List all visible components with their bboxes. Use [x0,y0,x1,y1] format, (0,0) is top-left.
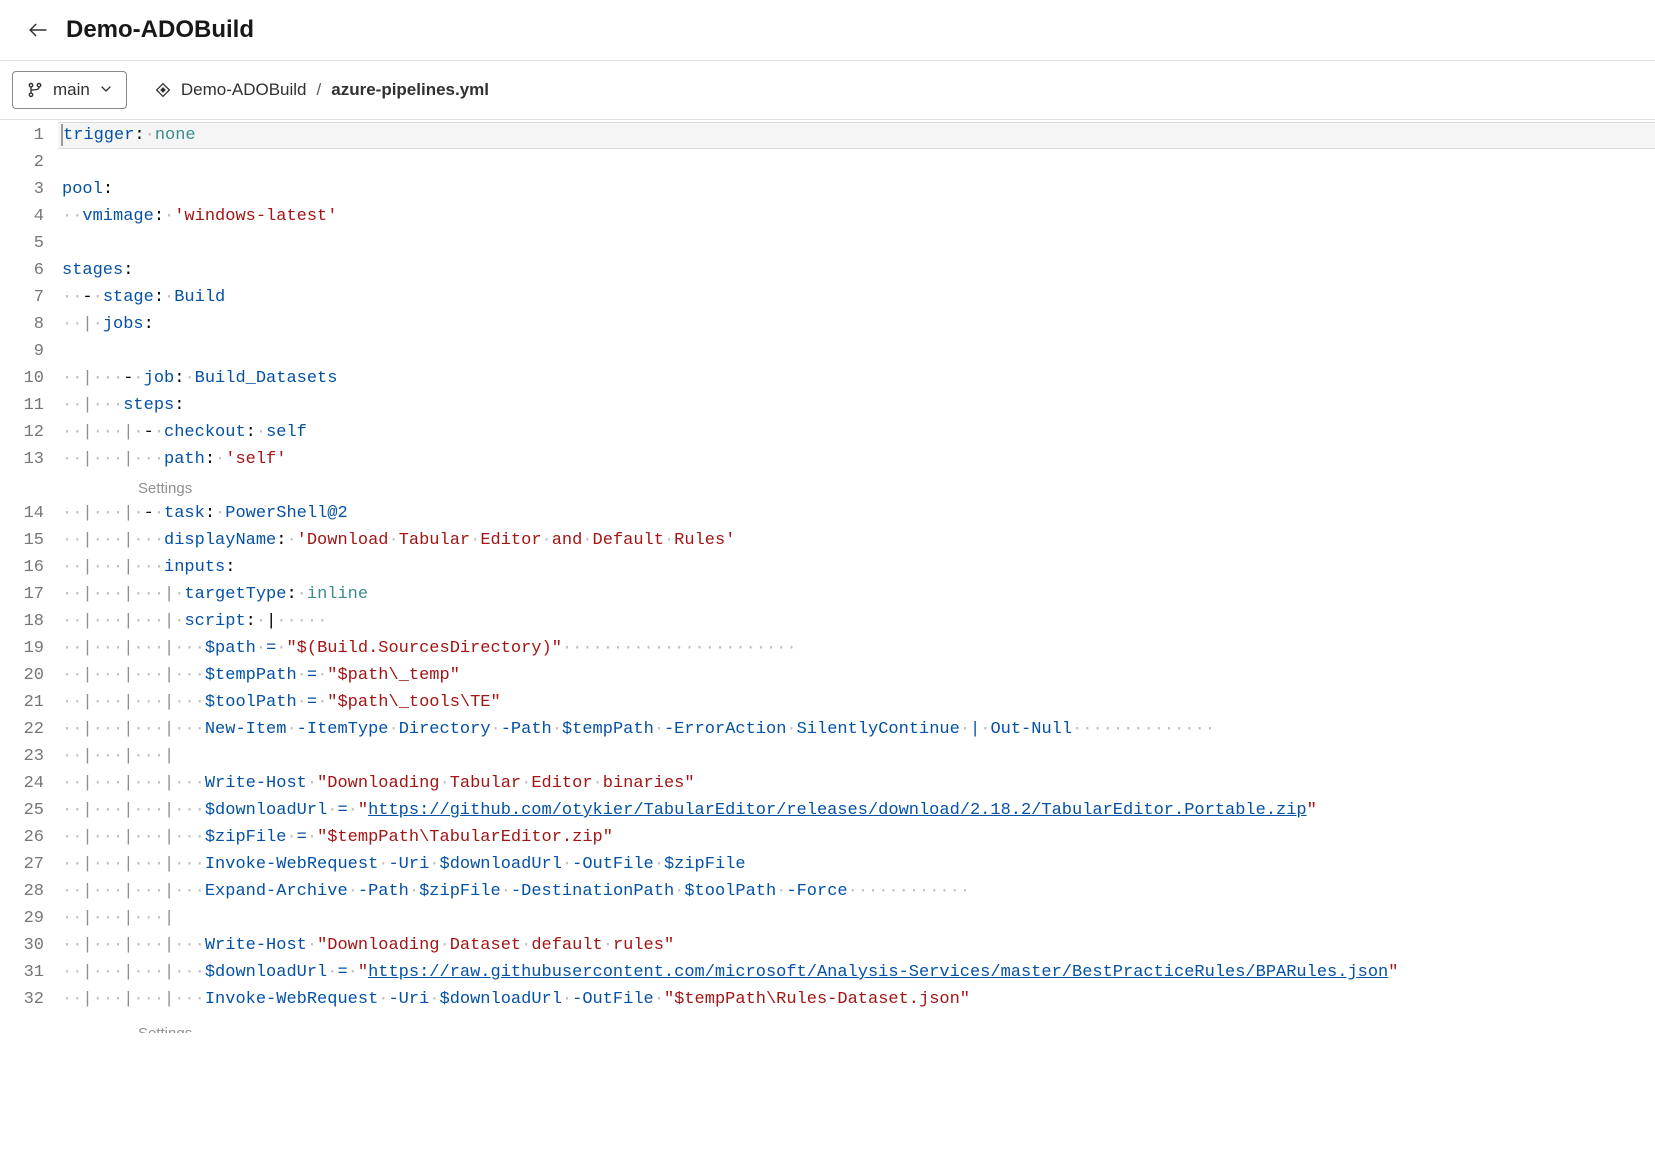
line-number: 9 [10,338,44,365]
line-number: 23 [10,743,44,770]
code-line[interactable]: ··|···|···|···$tempPath·=·"$path\_temp" [58,662,1655,689]
code-line[interactable]: ··|···-·job:·Build_Datasets [58,365,1655,392]
line-number: 4 [10,203,44,230]
code-line[interactable]: ··|···|···inputs: [58,554,1655,581]
code-editor[interactable]: 1234567891011121314151617181920212223242… [0,119,1655,1033]
line-number: 10 [10,365,44,392]
line-number: 18 [10,608,44,635]
line-number: 22 [10,716,44,743]
code-line[interactable]: ··|···|···path:·'self' [58,446,1655,473]
code-line[interactable]: trigger:·none [58,122,1655,149]
code-line[interactable]: ··|···|···|···$path·=·"$(Build.SourcesDi… [58,635,1655,662]
line-number: 12 [10,419,44,446]
line-number: 14 [10,500,44,527]
code-content[interactable]: trigger:·none pool:··vmimage:·'windows-la… [58,122,1655,1033]
line-number: 26 [10,824,44,851]
code-line[interactable]: ··|···|···|···$downloadUrl·=·"https://ra… [58,959,1655,986]
code-line[interactable]: ··|···|···| [58,905,1655,932]
code-line[interactable]: ··|···|···|···$zipFile·=·"$tempPath\Tabu… [58,824,1655,851]
page-title: Demo-ADOBuild [66,16,254,44]
line-number: 13 [10,446,44,473]
line-number: 25 [10,797,44,824]
breadcrumb-repo[interactable]: Demo-ADOBuild [181,80,307,100]
line-number: 5 [10,230,44,257]
line-number: 30 [10,932,44,959]
code-line[interactable]: ··|···|···|···$downloadUrl·=·"https://gi… [58,797,1655,824]
code-line[interactable]: ··|···|···displayName:·'Download·Tabular… [58,527,1655,554]
line-number: 24 [10,770,44,797]
back-button[interactable] [22,14,54,46]
code-line[interactable]: ··|···|···| [58,743,1655,770]
breadcrumb-file[interactable]: azure-pipelines.yml [331,80,489,100]
code-line[interactable] [58,230,1655,257]
line-number: 6 [10,257,44,284]
line-number: 16 [10,554,44,581]
toolbar: main Demo-ADOBuild / azure-pipelines.yml [0,60,1655,119]
code-line[interactable]: ··-·stage:·Build [58,284,1655,311]
line-number-gutter: 1234567891011121314151617181920212223242… [0,122,58,1033]
breadcrumb: Demo-ADOBuild / azure-pipelines.yml [155,80,489,100]
line-number: 29 [10,905,44,932]
line-number: 19 [10,635,44,662]
line-number: 21 [10,689,44,716]
codelens-settings-link[interactable]: Settings [62,480,192,497]
line-number: 2 [10,149,44,176]
breadcrumb-separator: / [317,80,322,100]
branch-selector-button[interactable]: main [12,71,127,109]
line-number: 20 [10,662,44,689]
line-number: 7 [10,284,44,311]
header: Demo-ADOBuild [0,0,1655,60]
code-line[interactable] [58,149,1655,176]
code-line[interactable] [58,338,1655,365]
line-number: 8 [10,311,44,338]
code-line[interactable]: ··|···|···|···Invoke-WebRequest·-Uri·$do… [58,986,1655,1013]
code-line[interactable]: stages: [58,257,1655,284]
code-line[interactable]: ··|···|···|···Write-Host·"Downloading·Ta… [58,770,1655,797]
line-number: 31 [10,959,44,986]
chevron-down-icon [100,80,112,100]
line-number: 28 [10,878,44,905]
code-line[interactable]: ··|···|···|···Write-Host·"Downloading·Da… [58,932,1655,959]
code-line[interactable]: ··|···|···|·targetType:·inline [58,581,1655,608]
line-number: 3 [10,176,44,203]
code-line[interactable]: pool: [58,176,1655,203]
codelens-settings-link[interactable]: Settings [62,1025,192,1033]
line-number: 1 [10,122,44,149]
code-line[interactable]: ··|···|·-·task:·PowerShell@2 [58,500,1655,527]
line-number: 11 [10,392,44,419]
code-line[interactable]: ··|···|···|···Invoke-WebRequest·-Uri·$do… [58,851,1655,878]
code-line[interactable]: ··|···|···|···$toolPath·=·"$path\_tools\… [58,689,1655,716]
code-line[interactable]: ··|···|···|···New-Item·-ItemType·Directo… [58,716,1655,743]
line-number: 17 [10,581,44,608]
code-line[interactable]: ··vmimage:·'windows-latest' [58,203,1655,230]
repo-icon [155,82,171,98]
line-number: 15 [10,527,44,554]
code-line[interactable]: ··|···|·-·checkout:·self [58,419,1655,446]
code-line[interactable]: ··|···|···|·script:·|····· [58,608,1655,635]
branch-name: main [53,80,90,100]
line-number: 27 [10,851,44,878]
code-line[interactable]: ··|···|···|···Expand-Archive·-Path·$zipF… [58,878,1655,905]
line-number: 32 [10,986,44,1013]
arrow-left-icon [29,21,47,39]
code-line[interactable]: ··|···steps: [58,392,1655,419]
branch-icon [27,82,43,98]
code-line[interactable]: ··|·jobs: [58,311,1655,338]
